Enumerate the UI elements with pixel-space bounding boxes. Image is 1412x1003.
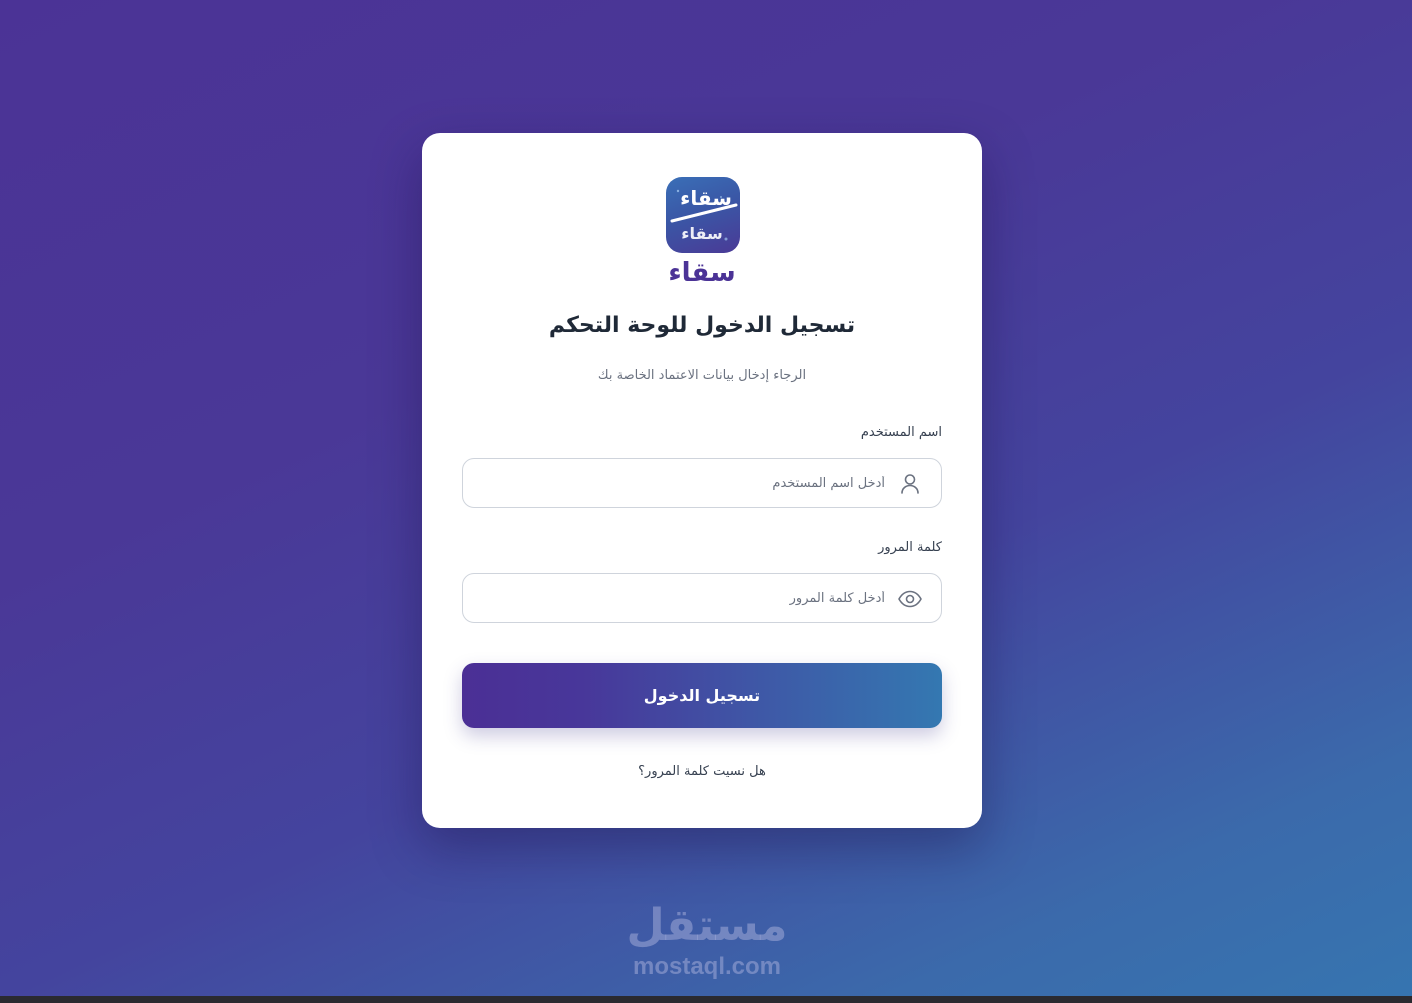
watermark-latin: mostaql.com bbox=[632, 953, 782, 980]
logo-tile-text-lower: سقاء bbox=[681, 224, 722, 243]
logo-wordmark: سقاء bbox=[668, 258, 735, 287]
watermark-arabic: مستقل bbox=[626, 900, 788, 951]
username-label: اسم المستخدم bbox=[860, 425, 942, 440]
username-input[interactable] bbox=[479, 459, 885, 507]
password-field[interactable] bbox=[462, 573, 942, 623]
logo-tile: سقاء سقاء bbox=[666, 177, 740, 253]
forgot-password-link[interactable]: هل نسيت كلمة المرور؟ bbox=[422, 764, 982, 779]
password-input[interactable] bbox=[479, 574, 885, 622]
password-label: كلمة المرور bbox=[878, 540, 942, 555]
eye-icon[interactable] bbox=[897, 586, 923, 612]
page-title: تسجيل الدخول للوحة التحكم bbox=[548, 313, 856, 338]
logo-wordmark-text: سقاء bbox=[668, 258, 735, 287]
bottom-bar bbox=[0, 996, 1412, 1003]
watermark: مستقل mostaql.com bbox=[612, 898, 802, 980]
logo-tile-text: سقاء bbox=[680, 186, 732, 210]
login-button[interactable]: تسجيل الدخول bbox=[462, 663, 942, 728]
login-card: سقاء سقاء سقاء تسجيل الدخول للوحة التحكم… bbox=[422, 133, 982, 828]
logo-tile-art: سقاء سقاء bbox=[670, 186, 738, 243]
page-subtitle: الرجاء إدخال بيانات الاعتماد الخاصة بك bbox=[597, 368, 807, 383]
user-icon bbox=[897, 471, 923, 497]
app-logo: سقاء سقاء سقاء bbox=[655, 177, 749, 287]
username-field[interactable] bbox=[462, 458, 942, 508]
